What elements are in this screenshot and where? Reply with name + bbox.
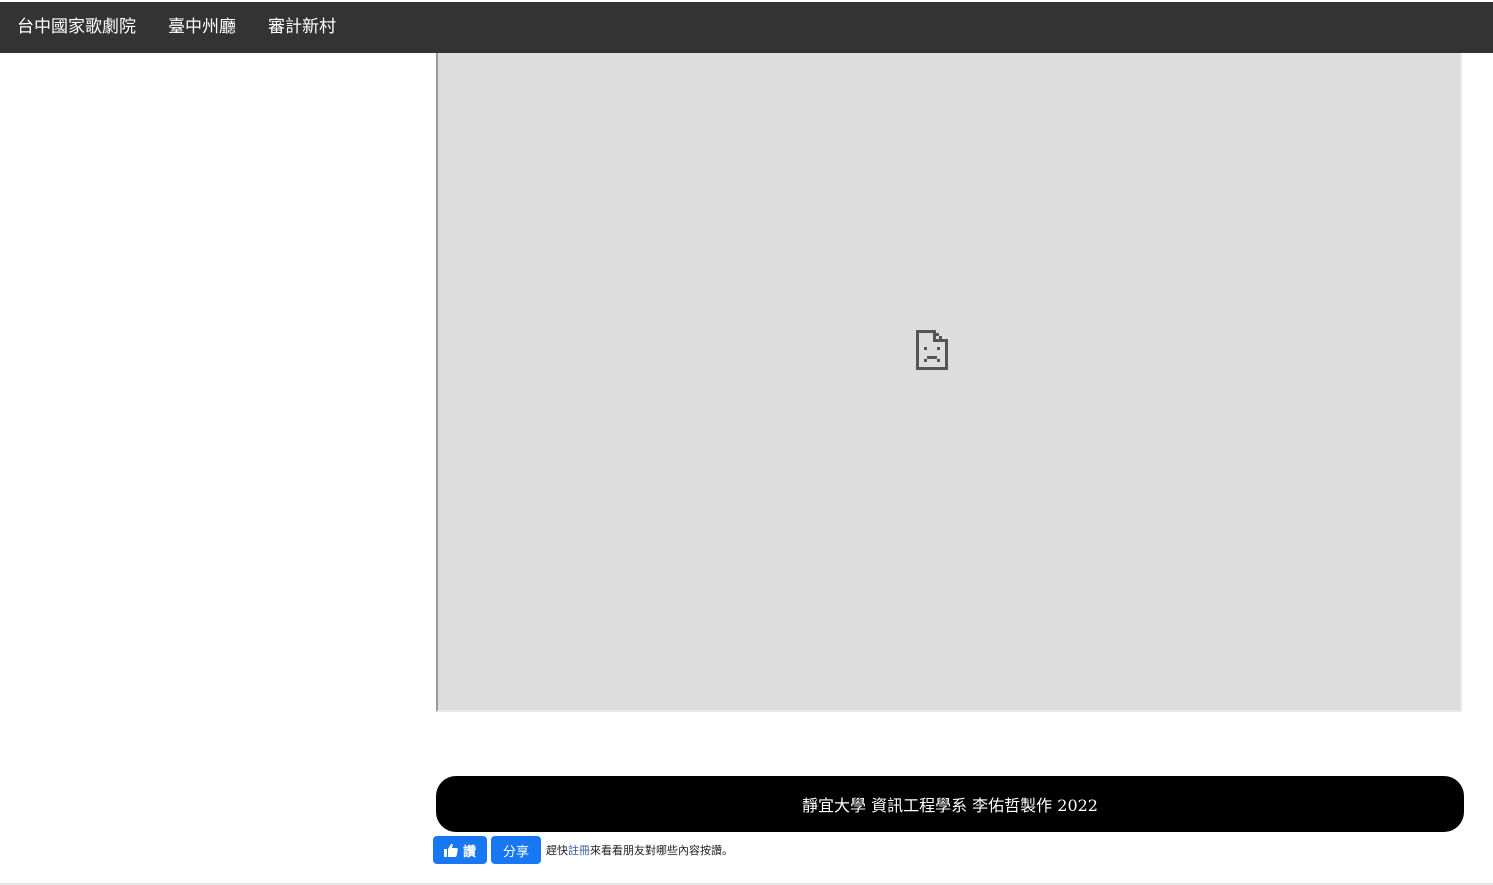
facebook-like-widget: 讚 分享 趕快註冊來看看朋友對哪些內容按讚。 bbox=[433, 836, 733, 864]
nav-item-audit-village[interactable]: 審計新村 bbox=[252, 2, 352, 53]
facebook-signup-link[interactable]: 註冊 bbox=[568, 844, 590, 857]
nav-item-taichung-prefecture-hall[interactable]: 臺中州廳 bbox=[152, 2, 252, 53]
thumbs-up-icon bbox=[443, 843, 458, 857]
embedded-map-frame[interactable] bbox=[436, 53, 1462, 712]
prompt-suffix: 來看看朋友對哪些內容按讚。 bbox=[590, 844, 733, 857]
page: 台中國家歌劇院 臺中州廳 審計新村 靜宜大學 資訊工程學系 李佑哲製作 2022… bbox=[0, 0, 1493, 885]
facebook-like-label: 讚 bbox=[462, 844, 476, 860]
facebook-like-button[interactable]: 讚 bbox=[433, 836, 487, 864]
footer-credit-text: 靜宜大學 資訊工程學系 李佑哲製作 2022 bbox=[802, 796, 1098, 815]
facebook-signup-prompt: 趕快註冊來看看朋友對哪些內容按讚。 bbox=[546, 842, 733, 858]
nav-item-national-opera[interactable]: 台中國家歌劇院 bbox=[0, 2, 152, 53]
top-navigation-bar: 台中國家歌劇院 臺中州廳 審計新村 bbox=[0, 2, 1493, 53]
facebook-share-button[interactable]: 分享 bbox=[491, 836, 541, 864]
broken-document-icon bbox=[916, 330, 948, 370]
site-footer: 靜宜大學 資訊工程學系 李佑哲製作 2022 bbox=[436, 776, 1464, 832]
prompt-prefix: 趕快 bbox=[546, 844, 568, 857]
